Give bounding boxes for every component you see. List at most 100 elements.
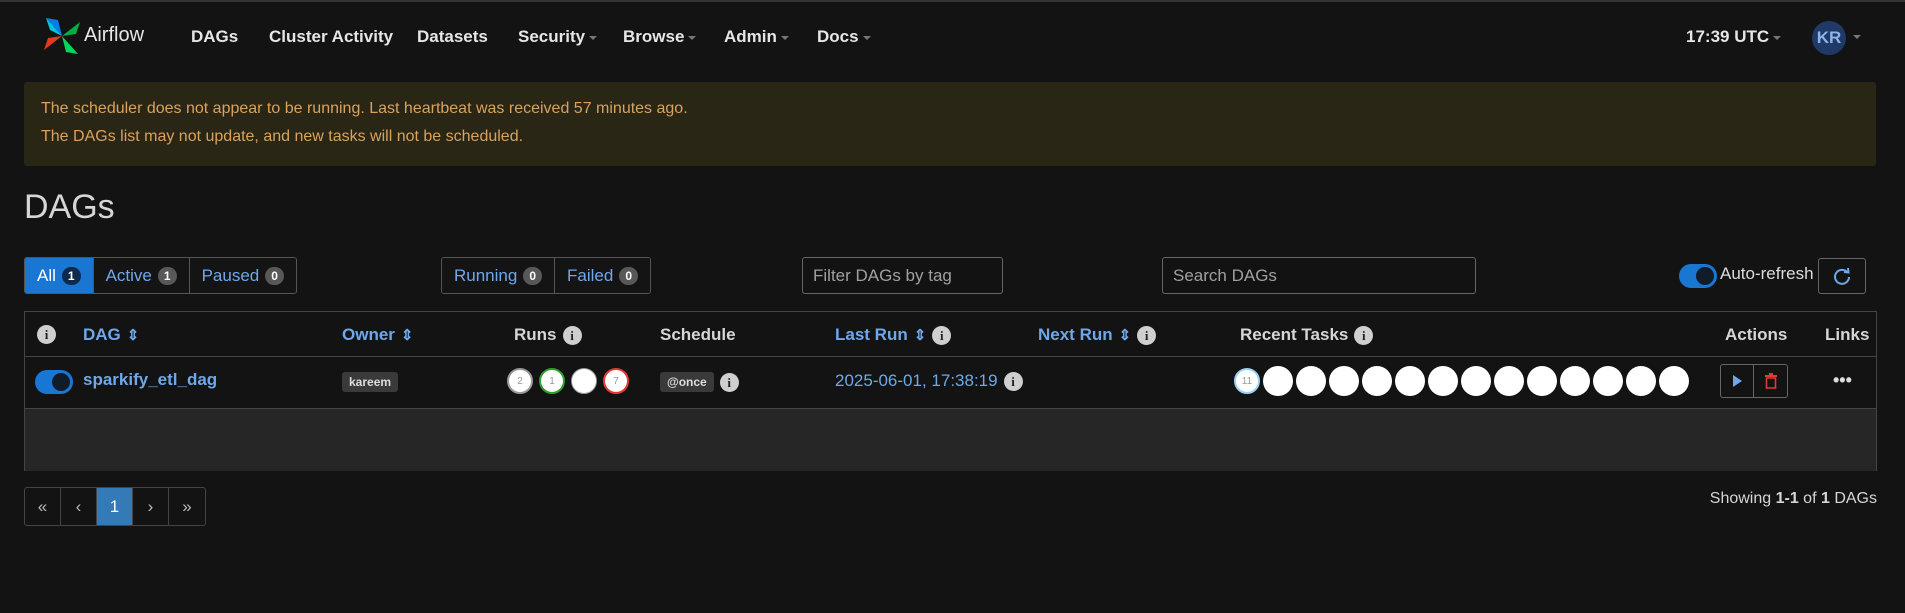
airflow-logo-icon[interactable] — [40, 14, 84, 58]
schedule-tag[interactable]: @once — [660, 372, 714, 392]
run-success-circle[interactable]: 1 — [539, 368, 565, 394]
info-icon[interactable]: i — [37, 325, 56, 344]
header-dag[interactable]: DAG ⇕ — [83, 325, 139, 345]
nav-datasets[interactable]: Datasets — [417, 27, 488, 47]
page-current-button[interactable]: 1 — [97, 488, 133, 525]
filter-running-count: 0 — [523, 266, 543, 285]
showing-count: Showing 1-1 of 1 DAGs — [1710, 490, 1877, 508]
tag-filter-input[interactable] — [803, 258, 1002, 293]
page-first-button[interactable]: « — [25, 488, 61, 525]
header-runs-label: Runs — [514, 325, 557, 344]
dag-pause-toggle[interactable] — [35, 370, 73, 394]
nav-security-label: Security — [518, 27, 586, 46]
task-state-circle[interactable] — [1593, 366, 1623, 396]
header-actions: Actions — [1725, 325, 1788, 344]
info-icon[interactable]: i — [562, 325, 582, 345]
search-field — [1162, 257, 1476, 294]
filter-all-count: 1 — [61, 266, 81, 285]
last-run-link[interactable]: 2025-06-01, 17:38:19 — [835, 371, 998, 391]
nav-admin[interactable]: Admin — [724, 27, 789, 47]
nav-browse[interactable]: Browse — [623, 27, 696, 47]
user-avatar[interactable]: KR — [1812, 21, 1846, 55]
dags-table: i DAG ⇕ Owner ⇕ Runs i Schedule Last Run ⇕ i … — [24, 311, 1877, 471]
nav-admin-label: Admin — [724, 27, 777, 46]
filter-active-button[interactable]: Active 1 — [93, 258, 190, 293]
header-next-run[interactable]: Next Run ⇕ i — [1038, 325, 1157, 345]
search-input[interactable] — [1163, 258, 1475, 293]
nav-cluster-activity[interactable]: Cluster Activity — [269, 27, 393, 47]
task-state-circle[interactable] — [1461, 366, 1491, 396]
header-links: Links — [1825, 325, 1870, 344]
delete-dag-button[interactable] — [1754, 364, 1788, 398]
info-icon[interactable]: i — [719, 372, 739, 392]
info-icon[interactable]: i — [1003, 371, 1023, 391]
auto-refresh-toggle[interactable] — [1679, 264, 1717, 288]
play-icon — [1733, 375, 1742, 387]
header-info: i — [37, 325, 56, 344]
run-failed-circle[interactable]: 7 — [603, 368, 629, 394]
task-state-circle[interactable] — [1626, 366, 1656, 396]
refresh-icon — [1834, 267, 1850, 285]
page-next-button[interactable]: › — [133, 488, 169, 525]
task-state-circle[interactable] — [1659, 366, 1689, 396]
table-header: i DAG ⇕ Owner ⇕ Runs i Schedule Last Run ⇕ i … — [25, 312, 1876, 357]
more-icon[interactable]: ••• — [1833, 370, 1852, 391]
info-icon[interactable]: i — [1354, 325, 1374, 345]
task-state-circle[interactable] — [1329, 366, 1359, 396]
recent-tasks-cell: 11 — [1234, 366, 1689, 396]
task-state-circle[interactable] — [1395, 366, 1425, 396]
task-state-circle[interactable] — [1494, 366, 1524, 396]
filter-paused-button[interactable]: Paused 0 — [189, 258, 296, 293]
header-schedule: Schedule — [660, 325, 736, 344]
sort-icon[interactable]: ⇕ — [914, 328, 927, 343]
brand-name[interactable]: Airflow — [84, 24, 144, 47]
showing-total: 1 — [1820, 490, 1830, 507]
clock-time: 17:39 UTC — [1686, 27, 1770, 46]
sort-icon[interactable]: ⇕ — [401, 328, 414, 343]
header-dag-label: DAG — [83, 325, 121, 344]
task-state-circle[interactable] — [1296, 366, 1326, 396]
nav-dags[interactable]: DAGs — [191, 27, 238, 47]
nav-docs[interactable]: Docs — [817, 27, 871, 47]
info-icon[interactable]: i — [1137, 325, 1157, 345]
table-empty-area — [25, 409, 1876, 471]
filter-active-label: Active — [105, 265, 152, 285]
filter-failed-button[interactable]: Failed 0 — [555, 258, 651, 293]
table-row: sparkify_etl_dag kareem 2 1 7 @once i 20… — [25, 356, 1876, 409]
scheduler-warning-alert: The scheduler does not appear to be runn… — [24, 82, 1876, 166]
header-owner[interactable]: Owner ⇕ — [342, 325, 413, 345]
refresh-button[interactable] — [1818, 258, 1866, 294]
header-last-run[interactable]: Last Run ⇕ i — [835, 325, 952, 345]
task-state-circle[interactable] — [1263, 366, 1293, 396]
alert-line-2: The DAGs list may not update, and new ta… — [41, 128, 524, 145]
task-state-circle[interactable] — [1527, 366, 1557, 396]
trigger-dag-button[interactable] — [1720, 364, 1754, 398]
filter-all-button[interactable]: All 1 — [25, 258, 94, 293]
task-state-circle[interactable] — [1428, 366, 1458, 396]
showing-range: 1-1 — [1775, 490, 1799, 507]
chevron-down-icon[interactable] — [1853, 35, 1861, 39]
header-runs: Runs i — [514, 325, 582, 345]
owner-tag[interactable]: kareem — [342, 372, 399, 392]
showing-suffix: DAGs — [1829, 490, 1877, 507]
page-last-button[interactable]: » — [169, 488, 205, 525]
sort-icon[interactable]: ⇕ — [127, 328, 140, 343]
page-prev-button[interactable]: ‹ — [61, 488, 97, 525]
filter-paused-label: Paused — [201, 265, 260, 285]
nav-security[interactable]: Security — [518, 27, 597, 47]
info-icon[interactable]: i — [932, 325, 952, 345]
run-queued-circle[interactable]: 2 — [507, 368, 533, 394]
run-running-circle[interactable] — [571, 368, 597, 394]
sort-icon[interactable]: ⇕ — [1119, 328, 1132, 343]
task-state-circle[interactable]: 11 — [1234, 368, 1260, 394]
dag-id-link[interactable]: sparkify_etl_dag — [83, 370, 217, 390]
clock-dropdown[interactable]: 17:39 UTC — [1686, 27, 1781, 47]
alert-line-1: The scheduler does not appear to be runn… — [41, 100, 688, 117]
filter-running-button[interactable]: Running 0 — [442, 258, 556, 293]
showing-of: of — [1798, 490, 1821, 507]
task-state-circle[interactable] — [1362, 366, 1392, 396]
filter-failed-count: 0 — [619, 266, 639, 285]
task-state-circle[interactable] — [1560, 366, 1590, 396]
filter-failed-label: Failed — [567, 265, 614, 285]
header-owner-label: Owner — [342, 325, 395, 344]
